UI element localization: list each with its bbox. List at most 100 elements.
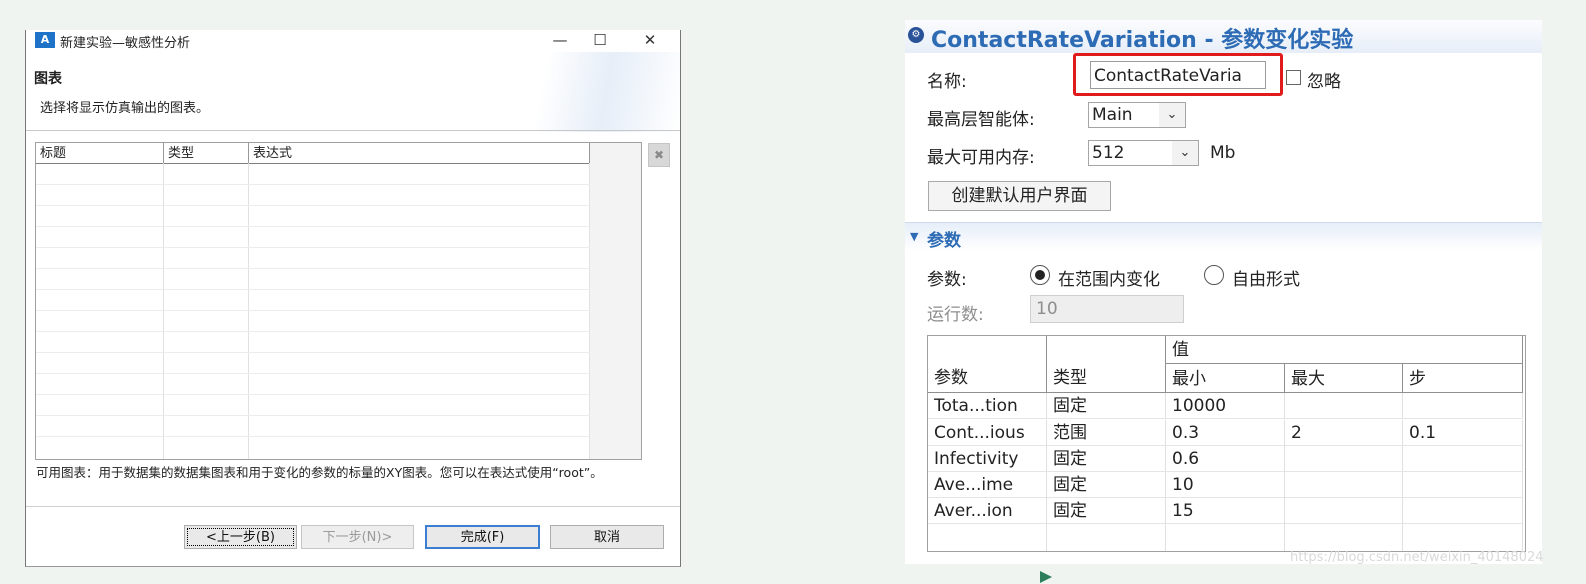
param-min-cell[interactable]: 10 — [1166, 472, 1285, 498]
column-header-value: 值 — [1166, 336, 1523, 364]
chevron-down-icon[interactable]: ⌄ — [1172, 141, 1198, 165]
top-agent-select[interactable]: Main ⌄ — [1088, 102, 1186, 128]
param-step-cell[interactable] — [1403, 472, 1523, 498]
table-row[interactable] — [36, 184, 590, 185]
wizard-banner — [26, 52, 680, 132]
table-row[interactable] — [36, 436, 590, 437]
table-row[interactable] — [36, 247, 590, 248]
param-step-cell[interactable] — [1403, 446, 1523, 472]
parameters-section-header[interactable]: ▼ 参数 — [905, 222, 1542, 251]
available-charts-info: 可用图表：用于数据集的数据集图表和用于变化的参数的标量的XY图表。您可以在表达式… — [36, 465, 603, 480]
param-min-cell[interactable]: 15 — [1166, 498, 1285, 524]
radio-vary-in-range-label: 在范围内变化 — [1058, 270, 1160, 290]
next-button[interactable]: 下一步(N)> — [301, 525, 414, 549]
param-name-cell[interactable]: Infectivity — [928, 446, 1047, 472]
finish-button[interactable]: 完成(F) — [425, 525, 540, 549]
max-memory-value: 512 — [1092, 143, 1125, 163]
column-header-step[interactable]: 步 — [1403, 364, 1523, 393]
table-row[interactable] — [36, 394, 590, 395]
radio-free-form-label: 自由形式 — [1232, 270, 1300, 290]
parameters-table[interactable]: 参数 类型 值 最小 最大 步 Tota...tion 固定 10000 Con… — [927, 335, 1526, 552]
experiment-icon: ⚙ — [908, 27, 924, 43]
arrow-icon — [1040, 571, 1052, 583]
properties-header: ⚙ ContactRateVariation - 参数变化实验 — [905, 20, 1542, 53]
minimize-icon[interactable]: — — [542, 30, 578, 52]
footer-divider — [26, 506, 680, 507]
table-empty-area — [590, 143, 641, 459]
column-header-type[interactable]: 类型 — [164, 143, 249, 163]
max-memory-select[interactable]: 512 ⌄ — [1088, 140, 1199, 166]
close-icon[interactable]: ✕ — [632, 30, 668, 52]
table-row[interactable] — [36, 415, 590, 416]
table-row[interactable] — [36, 331, 590, 332]
table-row[interactable]: Tota...tion 固定 10000 — [928, 393, 1525, 419]
back-button[interactable]: <上一步(B) — [184, 525, 297, 549]
param-step-cell[interactable] — [1403, 498, 1523, 524]
param-type-cell[interactable]: 固定 — [1047, 498, 1166, 524]
param-min-cell[interactable]: 0.6 — [1166, 446, 1285, 472]
radio-vary-in-range[interactable] — [1030, 265, 1050, 285]
column-header-max[interactable]: 最大 — [1285, 364, 1403, 393]
anylogic-app-icon: A — [35, 32, 55, 48]
param-name-cell[interactable]: Aver...ion — [928, 498, 1047, 524]
column-divider — [1046, 496, 1047, 551]
table-row[interactable] — [36, 289, 590, 290]
memory-unit: Mb — [1210, 143, 1236, 163]
cancel-button[interactable]: 取消 — [550, 525, 664, 549]
create-default-ui-button[interactable]: 创建默认用户界面 — [928, 181, 1111, 211]
charts-table[interactable]: 标题 类型 表达式 — [35, 142, 642, 460]
table-row[interactable] — [36, 373, 590, 374]
table-row[interactable] — [36, 226, 590, 227]
charts-table-header: 标题 类型 表达式 — [36, 143, 641, 164]
column-header-type[interactable]: 类型 — [1047, 336, 1166, 393]
experiment-properties-panel: ⚙ ContactRateVariation - 参数变化实验 名称: Cont… — [905, 20, 1542, 564]
ignore-checkbox[interactable] — [1286, 70, 1301, 85]
runs-field: 10 — [1030, 295, 1184, 323]
wizard-page-description: 选择将显示仿真输出的图表。 — [40, 101, 210, 116]
param-step-cell[interactable] — [1403, 393, 1523, 419]
column-divider — [1165, 496, 1166, 551]
param-name-cell[interactable]: Cont...ious — [928, 420, 1047, 446]
maximize-icon[interactable]: ☐ — [582, 30, 618, 52]
param-name-cell[interactable]: Ave...ime — [928, 472, 1047, 498]
table-row[interactable] — [36, 310, 590, 311]
param-type-cell[interactable]: 固定 — [1047, 446, 1166, 472]
chevron-down-icon[interactable]: ⌄ — [1159, 103, 1185, 127]
ignore-label: 忽略 — [1307, 72, 1341, 92]
column-header-title[interactable]: 标题 — [36, 143, 164, 163]
table-row[interactable]: Infectivity 固定 0.6 — [928, 446, 1525, 472]
collapse-arrow-icon[interactable]: ▼ — [910, 230, 918, 243]
param-type-cell[interactable]: 固定 — [1047, 393, 1166, 419]
param-max-cell[interactable] — [1285, 498, 1403, 524]
table-row[interactable] — [36, 268, 590, 269]
table-row[interactable]: Cont...ious 范围 0.3 2 0.1 — [928, 420, 1525, 446]
param-min-cell[interactable]: 0.3 — [1166, 420, 1285, 446]
runs-label: 运行数: — [927, 305, 984, 325]
column-header-expression[interactable]: 表达式 — [249, 143, 590, 163]
param-min-cell[interactable]: 10000 — [1166, 393, 1285, 419]
radio-free-form[interactable] — [1204, 265, 1224, 285]
delete-row-button[interactable]: ✖ — [648, 143, 670, 167]
param-max-cell[interactable] — [1285, 472, 1403, 498]
table-row[interactable] — [36, 205, 590, 206]
parameters-mode-label: 参数: — [927, 270, 967, 290]
param-step-cell[interactable]: 0.1 — [1403, 420, 1523, 446]
param-max-cell[interactable] — [1285, 393, 1403, 419]
param-name-cell[interactable]: Tota...tion — [928, 393, 1047, 419]
column-divider — [1284, 496, 1285, 551]
name-label: 名称: — [927, 72, 967, 92]
column-header-parameter[interactable]: 参数 — [928, 336, 1047, 393]
banner-divider — [26, 130, 680, 131]
column-divider — [1402, 496, 1403, 551]
param-type-cell[interactable]: 范围 — [1047, 420, 1166, 446]
param-max-cell[interactable] — [1285, 446, 1403, 472]
column-header-min[interactable]: 最小 — [1166, 364, 1285, 393]
table-row[interactable] — [36, 352, 590, 353]
column-divider — [1522, 496, 1523, 551]
table-row[interactable]: Aver...ion 固定 15 — [928, 498, 1525, 524]
table-row[interactable]: Ave...ime 固定 10 — [928, 472, 1525, 498]
dialog-titlebar: A 新建实验—敏感性分析 — ☐ ✕ — [26, 30, 680, 52]
name-field-highlight — [1073, 53, 1283, 96]
param-type-cell[interactable]: 固定 — [1047, 472, 1166, 498]
param-max-cell[interactable]: 2 — [1285, 420, 1403, 446]
